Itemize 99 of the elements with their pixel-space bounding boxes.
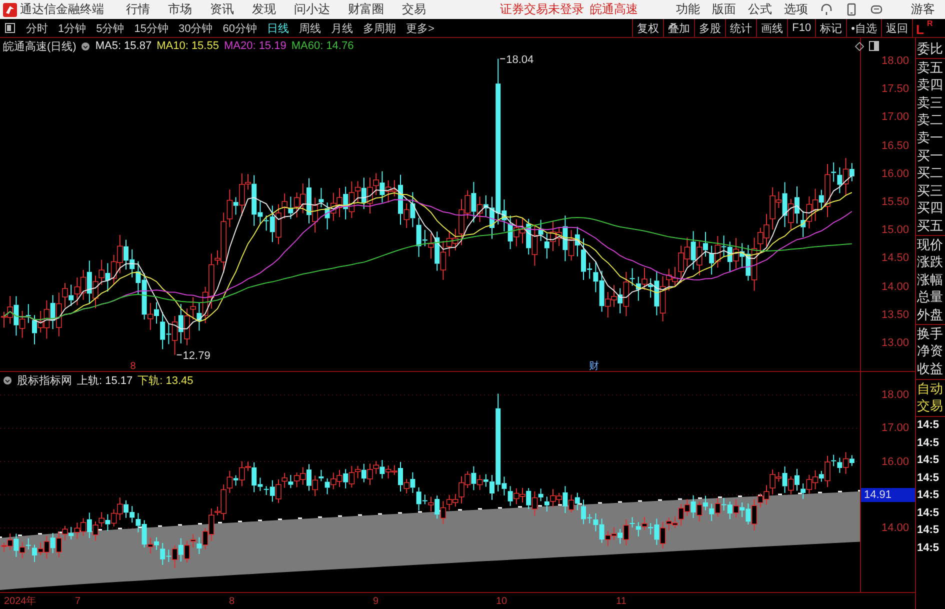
price-tick: 15.00 [880,223,910,238]
date-label: 7 [75,596,82,606]
quote-field-label: 卖四 [916,76,944,94]
quote-field-label: 买五 [916,216,944,235]
event-marker[interactable]: 8 [130,361,136,372]
price-tick: 13.00 [880,336,910,350]
quote-field-label: 委比 [916,40,944,58]
quote-field-label: 现价 [916,236,944,254]
period-tab[interactable]: 60分钟 [218,19,261,37]
menu-item[interactable]: 问小达 [294,1,330,18]
tool-menu-item[interactable]: 选项 [784,1,808,18]
date-label: 8 [229,596,236,606]
low-price-label: 12.79 [176,350,210,362]
quote-field-label: 外盘 [916,306,944,324]
tool-menu-item[interactable]: 功能 [676,1,700,18]
quote-field-label: 卖二 [916,111,944,129]
trade-time: 14:5 [916,523,940,538]
quote-field-label: 换手 [916,324,944,342]
quote-field-label: 卖三 [916,94,944,112]
period-tab[interactable]: 30分钟 [174,19,217,37]
settings-icon[interactable] [3,376,12,384]
chat-icon[interactable] [870,3,883,16]
date-label: 2024年 [4,595,38,608]
trade-time: 14:5 [916,418,940,433]
price-tick: 17.00 [880,421,910,436]
quote-field-label: 净资 [916,342,944,360]
quote-field-label: 总量 [916,288,944,306]
indicator-title: 股标指标网 [17,374,72,388]
price-tick: 15.50 [880,194,910,209]
period-tab[interactable]: 更多> [402,19,438,37]
quote-field-label: 涨幅 [916,270,944,288]
period-tab[interactable]: 1分钟 [54,19,90,37]
price-tick: 16.00 [880,166,910,181]
tool-menu-item[interactable]: 公式 [748,1,772,18]
panel-toggle-icon[interactable] [869,41,879,51]
user-name[interactable]: 游客 [911,1,935,18]
quote-field-label: 买四 [916,199,944,217]
quote-field-label: 收益 [916,360,944,378]
auto-trade-label[interactable]: 交易 [916,397,945,414]
layout-left-label[interactable]: L [916,22,924,37]
ma-value: MA5: 15.87 [95,40,152,52]
menu-item[interactable]: 财富圈 [348,1,384,18]
trade-time: 14:5 [916,436,940,450]
trade-time: 14:5 [916,453,940,468]
ma-value: MA60: 14.76 [291,40,354,52]
price-tick: 17.00 [880,110,910,124]
trade-time: 14:5 [916,470,940,486]
menu-item[interactable]: 行情 [126,1,150,18]
app-title: 通达信金融终端 [20,1,104,18]
date-label: 11 [616,596,628,606]
window-toggle-icon[interactable] [5,23,15,34]
layout-right-label[interactable]: R [926,19,933,28]
trade-time: 14:5 [916,540,940,556]
band-value: 上轨: 15.17 [77,374,133,388]
period-tab[interactable]: 周线 [295,19,325,37]
current-price-label: 14.91 [861,488,915,502]
period-tab[interactable]: 多周期 [359,19,400,37]
quote-field-label: 涨跌 [916,253,944,271]
date-label: 9 [373,596,380,606]
price-tick: 13.50 [880,308,910,322]
quote-field-label: 买一 [916,146,944,164]
ma-value: MA10: 15.55 [156,40,219,52]
auto-trade-label[interactable]: 自动 [916,380,945,397]
menu-item[interactable]: 市场 [168,1,192,18]
diamond-icon[interactable] [855,42,864,50]
quote-field-label: 卖五 [916,58,944,76]
price-tick: 17.50 [880,82,910,96]
login-status[interactable]: 证券交易未登录 [500,1,584,18]
quote-field-label: 买三 [916,182,944,200]
date-label: 10 [496,596,508,606]
period-tab[interactable]: 5分钟 [92,19,128,37]
period-tab[interactable]: 分时 [22,19,52,37]
period-tab[interactable]: 日线 [263,19,293,37]
menu-item[interactable]: 资讯 [210,1,234,18]
chart-title: 皖通高速(日线) [3,40,76,54]
price-tick: 16.50 [880,138,910,153]
price-tick: 18.00 [880,388,910,402]
quote-field-label: 买二 [916,164,944,182]
trade-time: 14:5 [916,488,940,503]
settings-icon[interactable] [81,42,90,50]
tool-menu-item[interactable]: 版面 [712,1,736,18]
price-tick: 16.00 [880,454,910,468]
menu-item[interactable]: 交易 [402,1,426,18]
quote-field-label: 卖一 [916,128,944,147]
phone-icon[interactable] [845,3,858,16]
period-tab[interactable]: 15分钟 [130,19,172,37]
price-tick: 14.00 [880,280,910,294]
menu-item[interactable]: 发现 [252,1,276,18]
price-tick: 14.00 [880,521,910,535]
ma-value: MA20: 15.19 [224,40,286,52]
period-tab[interactable]: 月线 [327,19,357,37]
price-tick: 14.50 [880,251,910,266]
event-marker[interactable]: 财 [589,361,599,372]
stock-name: 皖通高速 [590,1,638,18]
band-value: 下轨: 13.45 [138,374,194,388]
app-logo-icon [3,2,17,17]
trade-time: 14:5 [916,506,940,520]
high-price-label: 18.04 [500,54,534,66]
price-tick: 18.00 [880,54,910,68]
